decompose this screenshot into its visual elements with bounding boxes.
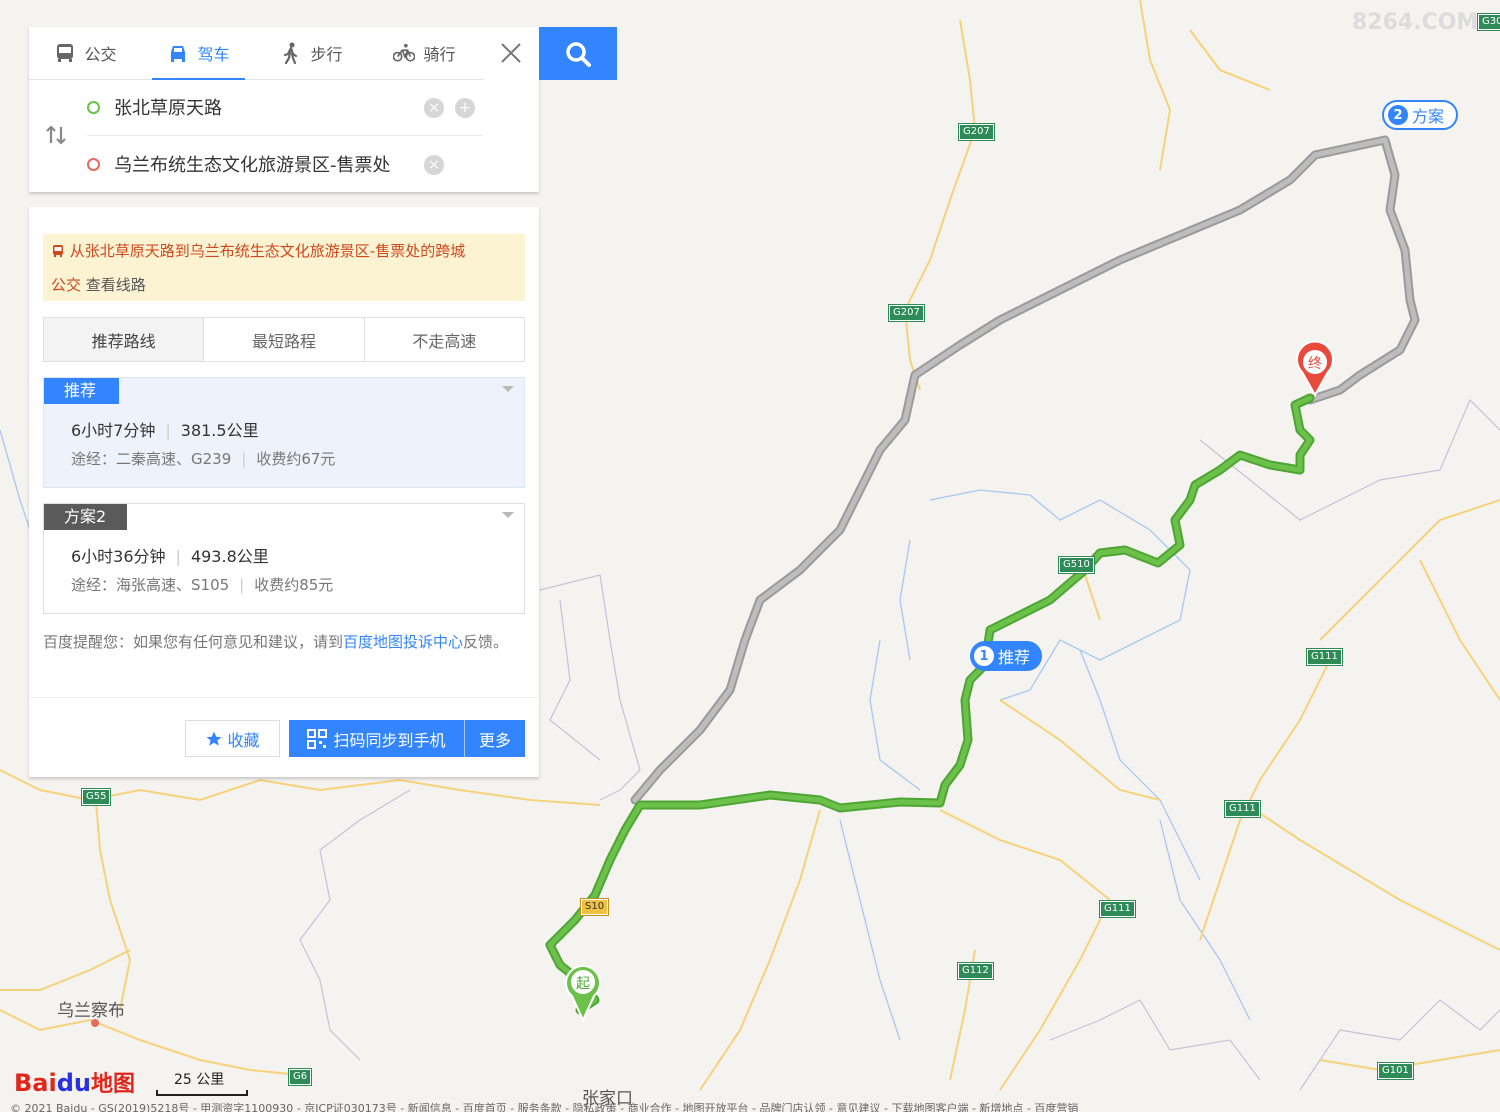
logo-text-bai: Bai (14, 1069, 57, 1097)
route-label-plan2[interactable]: 2 方案 (1382, 100, 1459, 130)
watermark: 8264.COM (1352, 10, 1479, 35)
road-shield-s10: S10 (579, 898, 610, 916)
end-point-field[interactable]: 乌兰布统生态文化旅游景区-售票处 (87, 136, 482, 192)
copyright-footer: © 2021 Baidu - GS(2019)5218号 - 甲测资字11009… (10, 1102, 1079, 1112)
feedback-notice: 百度提醒您：如果您有任何意见和建议，请到百度地图投诉中心反馈。 (43, 628, 528, 656)
tab-label: 步行 (310, 45, 343, 64)
qr-code-icon (307, 728, 328, 749)
bus-icon (57, 44, 74, 62)
route-label-text: 推荐 (998, 648, 1031, 667)
plan-distance: 493.8公里 (190, 547, 269, 566)
tab-recommended[interactable]: 推荐路线 (44, 318, 205, 361)
route-search-panel: 公交 驾车 步行 骑行 张北草原天路 × + 乌兰布统生态文化旅游景区-售票处 … (29, 27, 539, 192)
view-route-link[interactable]: 查看线路 (86, 276, 146, 294)
complaint-center-link[interactable]: 百度地图投诉中心 (343, 633, 463, 651)
route-label-recommend[interactable]: 1 推荐 (970, 641, 1043, 671)
plan-badge: 推荐 (44, 378, 119, 404)
start-point-field[interactable]: 张北草原天路 (87, 79, 482, 136)
divider (29, 697, 539, 698)
road-shield-g112: G112 (957, 962, 994, 980)
transport-mode-tabs: 公交 驾车 步行 骑行 (29, 27, 484, 80)
notice-text: 百度提醒您：如果您有任何意见和建议，请到 (43, 633, 344, 651)
bus-tip-text-2: 公交 (51, 276, 82, 294)
plan-toll: 收费约85元 (254, 576, 334, 594)
tab-no-highway[interactable]: 不走高速 (365, 318, 524, 361)
place-label: 乌兰察布 (57, 1001, 125, 1021)
add-waypoint-icon[interactable]: + (455, 98, 475, 118)
tab-walk[interactable]: 步行 (255, 27, 368, 79)
sync-label: 扫码同步到手机 (333, 730, 446, 750)
plan-via: 途经：二秦高速、G239 (71, 450, 232, 468)
car-icon (171, 46, 186, 62)
route-number-badge: 1 (974, 646, 994, 666)
plan-duration: 6小时36分钟 (71, 547, 166, 566)
logo-text-du: du (56, 1069, 91, 1097)
tab-bus[interactable]: 公交 (29, 27, 142, 79)
chevron-down-icon[interactable] (502, 512, 514, 518)
favorite-button[interactable]: 收藏 (185, 720, 280, 757)
favorite-label: 收藏 (227, 730, 260, 750)
tab-label: 驾车 (197, 45, 230, 64)
svg-text:终: 终 (1308, 356, 1322, 372)
road-shield-g30: G30 (1476, 13, 1500, 31)
road-shield-g111: G111 (1099, 900, 1136, 918)
route-label-text: 方案 (1412, 107, 1445, 126)
notice-text-end: 反馈。 (463, 633, 509, 651)
plan-distance: 381.5公里 (180, 421, 259, 440)
end-dot-icon (87, 157, 100, 171)
plan-toll: 收费约67元 (256, 450, 336, 468)
tab-shortest[interactable]: 最短路程 (204, 318, 365, 361)
road-shield-g6: G6 (287, 1068, 313, 1086)
road-shield-g55: G55 (80, 788, 112, 806)
route-plan-card[interactable]: 方案2 6小时36分钟 | 493.8公里 途经：海张高速、S105 | 收费约85元 (43, 503, 525, 614)
plan-badge: 方案2 (44, 504, 127, 530)
plan-duration: 6小时7分钟 (71, 421, 156, 440)
swap-direction-icon[interactable] (44, 123, 68, 147)
tab-label: 公交 (84, 45, 117, 64)
bus-tip-text: 从张北草原天路到乌兰布统生态文化旅游景区-售票处的跨城 (69, 242, 466, 260)
walk-icon (284, 42, 298, 64)
logo-text-map: 地图 (90, 1072, 135, 1097)
bus-icon (53, 245, 63, 257)
route-result-panel: 从张北草原天路到乌兰布统生态文化旅游景区-售票处的跨城 公交 查看线路 推荐路线… (29, 207, 539, 777)
road-shield-g207: G207 (888, 304, 925, 322)
start-point-text: 张北草原天路 (114, 98, 222, 119)
clear-end-icon[interactable]: × (424, 155, 444, 175)
clear-start-icon[interactable]: × (424, 98, 444, 118)
cross-city-bus-tip[interactable]: 从张北草原天路到乌兰布统生态文化旅游景区-售票处的跨城 公交 查看线路 (43, 234, 525, 301)
tab-bike[interactable]: 骑行 (368, 27, 481, 79)
chevron-down-icon[interactable] (502, 386, 514, 392)
road-shield-g101: G101 (1377, 1062, 1414, 1080)
scale-label: 25 公里 (174, 1072, 225, 1088)
tab-label: 骑行 (423, 45, 456, 64)
road-shield-g111: G111 (1224, 800, 1261, 818)
sync-to-phone-button[interactable]: 扫码同步到手机 (289, 720, 464, 757)
baidu-map-logo[interactable]: Baidu地图 (14, 1066, 135, 1098)
bike-icon (393, 43, 416, 62)
svg-text:起: 起 (576, 976, 590, 992)
map-scale-bar: 25 公里 (156, 1069, 248, 1096)
search-button[interactable] (539, 27, 617, 80)
search-icon (566, 41, 591, 67)
road-shield-g510: G510 (1058, 556, 1095, 574)
plan-via: 途经：海张高速、S105 (71, 576, 230, 594)
more-button[interactable]: 更多 (464, 720, 525, 757)
route-plan-card[interactable]: 推荐 6小时7分钟 | 381.5公里 途经：二秦高速、G239 | 收费约67元 (43, 377, 525, 488)
road-shield-g207: G207 (958, 123, 995, 141)
route-preference-tabs: 推荐路线 最短路程 不走高速 (43, 317, 525, 362)
end-point-text: 乌兰布统生态文化旅游景区-售票处 (114, 155, 391, 176)
scale-line (156, 1090, 248, 1096)
road-shield-g111: G111 (1306, 648, 1343, 666)
star-icon (206, 731, 222, 746)
start-dot-icon (87, 100, 100, 114)
close-icon[interactable] (499, 41, 523, 65)
route-number-badge: 2 (1388, 105, 1408, 125)
tab-drive[interactable]: 驾车 (142, 27, 255, 80)
